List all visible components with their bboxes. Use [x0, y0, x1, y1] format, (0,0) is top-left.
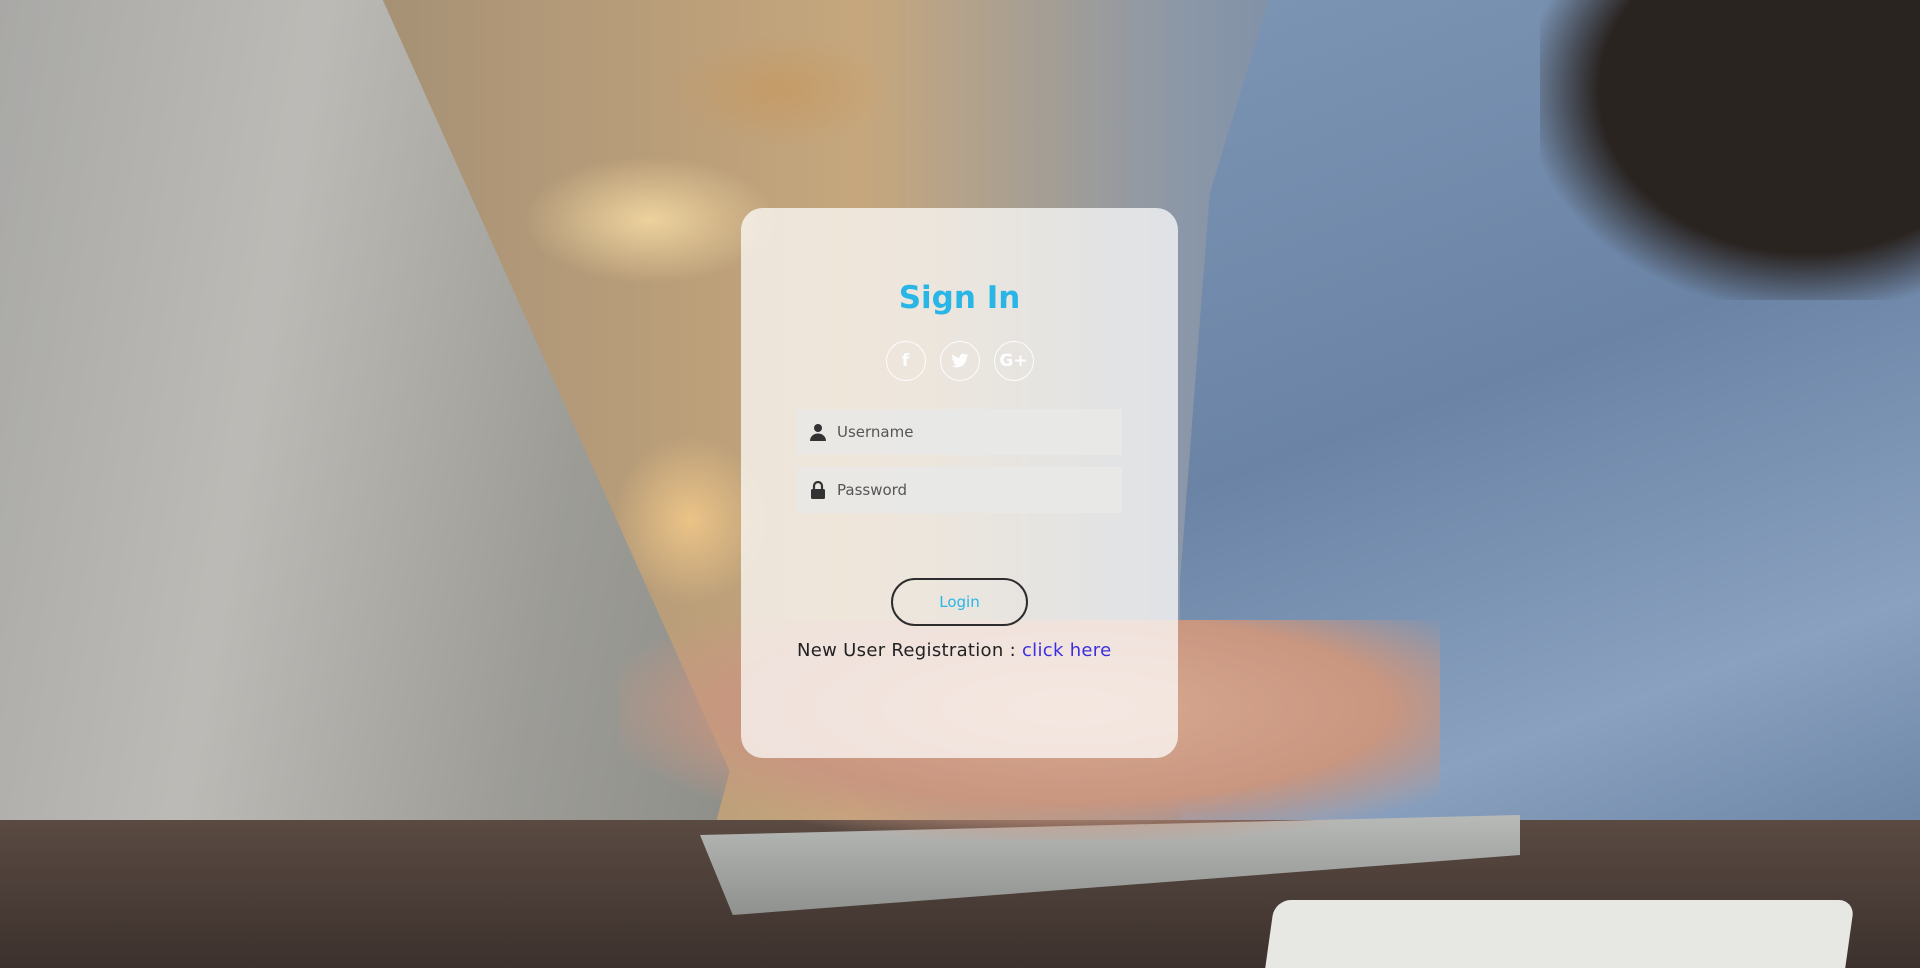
login-button[interactable]: Login — [891, 578, 1028, 626]
registration-text: New User Registration : — [797, 640, 1022, 661]
login-card: Sign In f G+ Logi — [741, 208, 1178, 758]
registration-prompt: New User Registration : click here — [797, 640, 1112, 661]
username-input[interactable] — [837, 423, 1107, 441]
smartphone — [1265, 900, 1855, 968]
sign-in-title: Sign In — [898, 280, 1021, 316]
register-link[interactable]: click here — [1022, 640, 1112, 661]
lock-icon — [809, 481, 827, 499]
facebook-icon[interactable]: f — [885, 341, 926, 381]
twitter-bird-glyph — [950, 353, 968, 368]
google-plus-glyph: G+ — [999, 351, 1028, 371]
social-login-group: f G+ — [741, 341, 1178, 381]
username-field — [797, 409, 1122, 455]
user-icon — [809, 423, 827, 441]
password-field — [797, 467, 1122, 513]
google-plus-icon[interactable]: G+ — [993, 341, 1034, 381]
twitter-icon[interactable] — [939, 341, 980, 381]
password-input[interactable] — [837, 481, 1107, 499]
facebook-glyph: f — [901, 351, 910, 371]
person-hair — [1540, 0, 1920, 300]
